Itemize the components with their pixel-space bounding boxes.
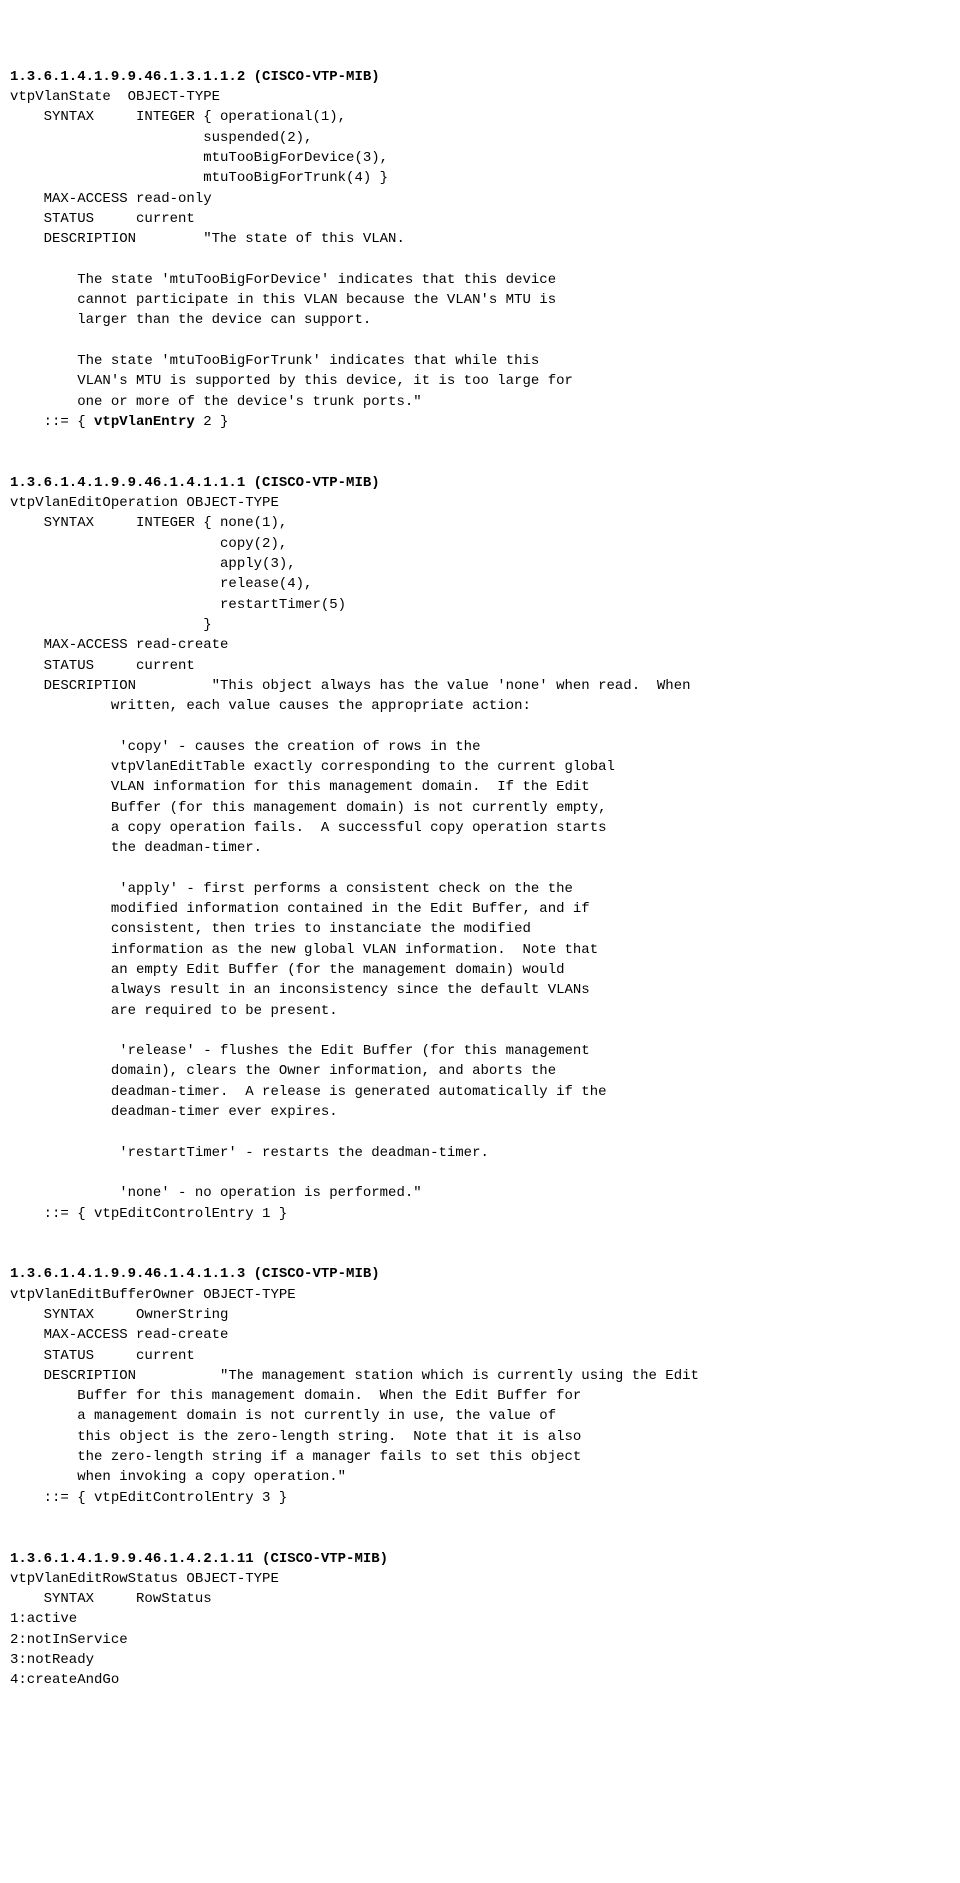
mib-line: 3:notReady: [10, 1652, 94, 1668]
mib-line: vtpVlanEditTable exactly corresponding t…: [10, 759, 615, 775]
mib-line: Buffer (for this management domain) is n…: [10, 800, 607, 816]
assign-name: vtpVlanEntry: [94, 414, 195, 430]
mib-line: information as the new global VLAN infor…: [10, 942, 598, 958]
mib-line: restartTimer(5): [10, 597, 346, 613]
mib-line: this object is the zero-length string. N…: [10, 1429, 581, 1445]
mib-line: larger than the device can support.: [10, 312, 371, 328]
mib-line: MAX-ACCESS read-create: [10, 1327, 228, 1343]
mib-line: a copy operation fails. A successful cop…: [10, 820, 607, 836]
mib-line: ::= { vtpEditControlEntry 1 }: [10, 1206, 287, 1222]
mib-line: VLAN information for this management dom…: [10, 779, 590, 795]
mib-line: the deadman-timer.: [10, 840, 262, 856]
mib-line: 'copy' - causes the creation of rows in …: [10, 739, 480, 755]
mib-line: SYNTAX OwnerString: [10, 1307, 228, 1323]
mib-line: SYNTAX INTEGER { none(1),: [10, 515, 287, 531]
mib-line: DESCRIPTION "This object always has the …: [10, 678, 691, 694]
mib-line: domain), clears the Owner information, a…: [10, 1063, 556, 1079]
mib-line: MAX-ACCESS read-only: [10, 191, 212, 207]
oid-heading: 1.3.6.1.4.1.9.9.46.1.3.1.1.2 (CISCO-VTP-…: [10, 69, 380, 85]
assign-line: ::= { vtpVlanEntry 2 }: [10, 414, 228, 430]
mib-line: DESCRIPTION "The state of this VLAN.: [10, 231, 405, 247]
mib-line: vtpVlanEditBufferOwner OBJECT-TYPE: [10, 1287, 296, 1303]
mib-line: copy(2),: [10, 536, 287, 552]
mib-line: deadman-timer ever expires.: [10, 1104, 338, 1120]
mib-line: ::= { vtpEditControlEntry 3 }: [10, 1490, 287, 1506]
mib-line: DESCRIPTION "The management station whic…: [10, 1368, 699, 1384]
mib-line: cannot participate in this VLAN because …: [10, 292, 556, 308]
mib-line: 4:createAndGo: [10, 1672, 119, 1688]
mib-line: an empty Edit Buffer (for the management…: [10, 962, 565, 978]
oid-heading: 1.3.6.1.4.1.9.9.46.1.4.1.1.1 (CISCO-VTP-…: [10, 475, 380, 491]
mib-document: 1.3.6.1.4.1.9.9.46.1.3.1.1.2 (CISCO-VTP-…: [10, 67, 950, 1691]
mib-line: }: [10, 617, 212, 633]
mib-line: The state 'mtuTooBigForDevice' indicates…: [10, 272, 556, 288]
mib-line: MAX-ACCESS read-create: [10, 637, 228, 653]
mib-line: 2:notInService: [10, 1632, 128, 1648]
mib-line: STATUS current: [10, 658, 195, 674]
mib-line: SYNTAX INTEGER { operational(1),: [10, 109, 346, 125]
mib-line: 'none' - no operation is performed.": [10, 1185, 422, 1201]
mib-line: 1:active: [10, 1611, 77, 1627]
mib-line: STATUS current: [10, 211, 195, 227]
mib-line: one or more of the device's trunk ports.…: [10, 394, 422, 410]
mib-line: 'release' - flushes the Edit Buffer (for…: [10, 1043, 590, 1059]
mib-line: 'apply' - first performs a consistent ch…: [10, 881, 573, 897]
mib-line: STATUS current: [10, 1348, 195, 1364]
mib-line: VLAN's MTU is supported by this device, …: [10, 373, 573, 389]
mib-line: the zero-length string if a manager fail…: [10, 1449, 581, 1465]
mib-line: always result in an inconsistency since …: [10, 982, 590, 998]
mib-line: The state 'mtuTooBigForTrunk' indicates …: [10, 353, 539, 369]
mib-line: modified information contained in the Ed…: [10, 901, 590, 917]
mib-line: suspended(2),: [10, 130, 312, 146]
oid-heading: 1.3.6.1.4.1.9.9.46.1.4.1.1.3 (CISCO-VTP-…: [10, 1266, 380, 1282]
mib-line: written, each value causes the appropria…: [10, 698, 531, 714]
oid-heading: 1.3.6.1.4.1.9.9.46.1.4.2.1.11 (CISCO-VTP…: [10, 1551, 388, 1567]
mib-line: consistent, then tries to instanciate th…: [10, 921, 531, 937]
mib-line: mtuTooBigForDevice(3),: [10, 150, 388, 166]
mib-line: vtpVlanEditRowStatus OBJECT-TYPE: [10, 1571, 279, 1587]
mib-line: apply(3),: [10, 556, 296, 572]
mib-line: a management domain is not currently in …: [10, 1408, 556, 1424]
mib-line: when invoking a copy operation.": [10, 1469, 346, 1485]
mib-line: release(4),: [10, 576, 312, 592]
mib-line: 'restartTimer' - restarts the deadman-ti…: [10, 1145, 489, 1161]
mib-line: Buffer for this management domain. When …: [10, 1388, 581, 1404]
mib-line: mtuTooBigForTrunk(4) }: [10, 170, 388, 186]
mib-line: vtpVlanEditOperation OBJECT-TYPE: [10, 495, 279, 511]
mib-line: vtpVlanState OBJECT-TYPE: [10, 89, 220, 105]
mib-line: SYNTAX RowStatus: [10, 1591, 212, 1607]
mib-line: are required to be present.: [10, 1003, 338, 1019]
mib-line: deadman-timer. A release is generated au…: [10, 1084, 607, 1100]
